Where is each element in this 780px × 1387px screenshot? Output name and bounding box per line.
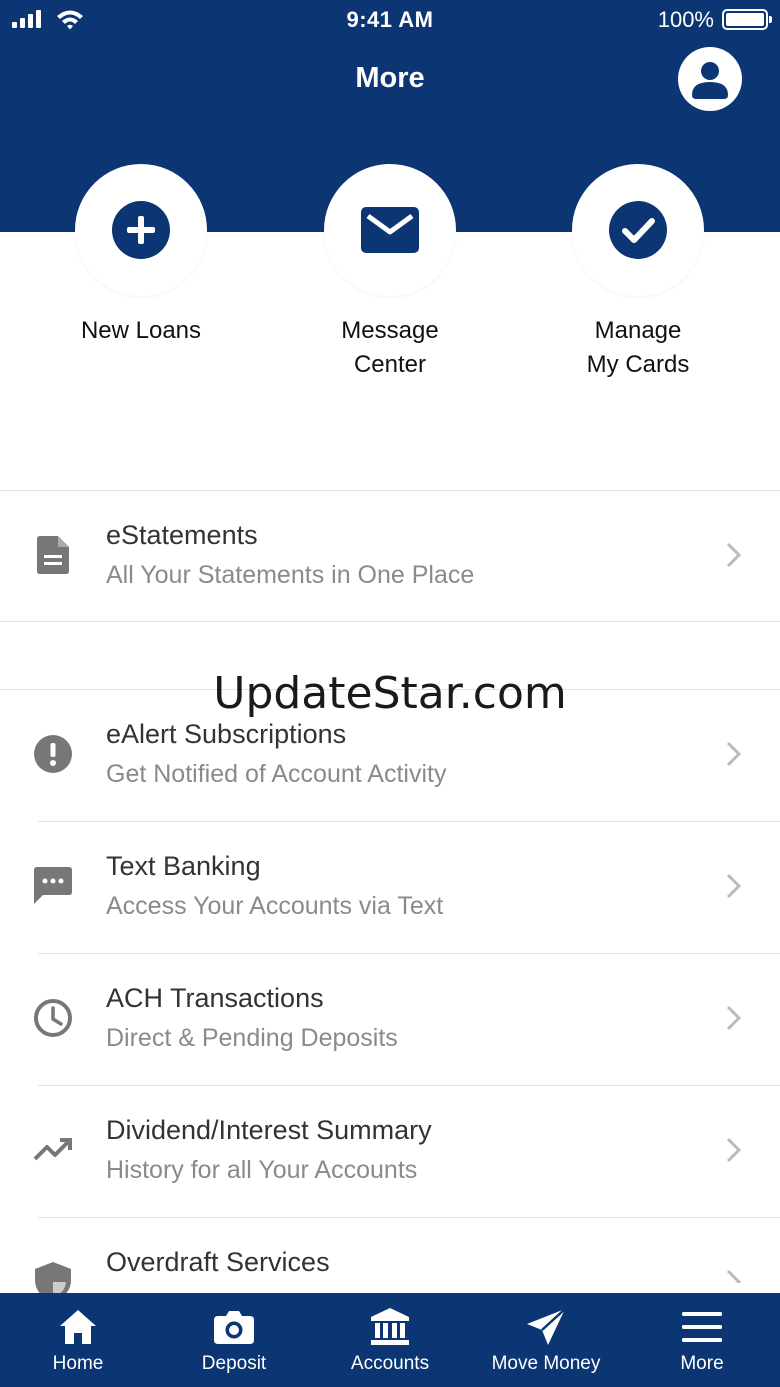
user-icon xyxy=(692,62,728,99)
menu-item-subtitle: Access Your Accounts via Text xyxy=(106,892,444,920)
menu-icon xyxy=(682,1312,722,1342)
quick-action-label: New Loans xyxy=(80,317,202,344)
menu-item-subtitle: History for all Your Accounts xyxy=(106,1156,418,1184)
menu-item-title: Overdraft Services xyxy=(106,1247,330,1277)
menu-item-subtitle: Direct & Pending Deposits xyxy=(106,1024,398,1052)
menu-item-title: eStatements xyxy=(106,520,258,550)
menu-item-estatements[interactable]: eStatements All Your Statements in One P… xyxy=(0,490,780,621)
battery-icon xyxy=(722,9,772,30)
menu-item-title: eAlert Subscriptions xyxy=(106,719,347,749)
menu-item-title: ACH Transactions xyxy=(106,983,324,1013)
camera-icon xyxy=(214,1311,254,1344)
nav-label: Accounts xyxy=(350,1353,430,1374)
menu-item-subtitle: Get Notified of Account Activity xyxy=(106,760,447,788)
home-icon xyxy=(60,1310,96,1344)
menu-item-dividend-interest-summary[interactable]: Dividend/Interest Summary History for al… xyxy=(0,1085,780,1216)
status-bar: 9:41 AM 100% xyxy=(0,0,780,40)
document-icon xyxy=(37,536,69,574)
nav-label: Move Money xyxy=(491,1353,601,1374)
page-title: More xyxy=(355,62,425,94)
nav-deposit[interactable]: Deposit xyxy=(156,1293,312,1387)
menu-item-title: Text Banking xyxy=(106,851,261,881)
nav-move-money[interactable]: Move Money xyxy=(468,1293,624,1387)
chevron-right-icon xyxy=(726,873,742,899)
new-loans-button[interactable]: New Loans xyxy=(66,164,216,348)
chevron-right-icon xyxy=(726,542,742,568)
alert-icon xyxy=(34,735,72,773)
menu-item-subtitle: All Your Statements in One Place xyxy=(106,561,475,589)
chat-icon xyxy=(34,867,72,904)
battery-percent: 100% xyxy=(657,7,714,32)
clock-icon xyxy=(34,999,72,1037)
profile-button[interactable] xyxy=(678,47,742,111)
send-icon xyxy=(527,1308,566,1345)
watermark: UpdateStar.com xyxy=(213,668,567,719)
quick-action-label: Manage My Cards xyxy=(586,317,690,378)
envelope-icon xyxy=(361,207,419,253)
divider xyxy=(0,621,780,622)
menu-item-ach-transactions[interactable]: ACH Transactions Direct & Pending Deposi… xyxy=(0,953,780,1084)
nav-label: Home xyxy=(52,1353,104,1374)
plus-circle-icon xyxy=(112,201,170,259)
nav-more[interactable]: More xyxy=(624,1293,780,1387)
nav-label: Deposit xyxy=(201,1353,267,1374)
message-center-button[interactable]: Message Center xyxy=(315,164,465,382)
menu-item-title: Dividend/Interest Summary xyxy=(106,1115,432,1145)
nav-home[interactable]: Home xyxy=(0,1293,156,1387)
nav-accounts[interactable]: Accounts xyxy=(312,1293,468,1387)
check-circle-icon xyxy=(609,201,667,259)
trending-up-icon xyxy=(33,1138,72,1161)
nav-label: More xyxy=(680,1353,724,1374)
chevron-right-icon xyxy=(726,1137,742,1163)
chevron-right-icon xyxy=(726,1005,742,1031)
menu-item-text-banking[interactable]: Text Banking Access Your Accounts via Te… xyxy=(0,821,780,952)
chevron-right-icon xyxy=(726,741,742,767)
bottom-nav: Home Deposit Accounts Move Money More xyxy=(0,1293,780,1387)
manage-cards-button[interactable]: Manage My Cards xyxy=(563,164,713,382)
bank-icon xyxy=(371,1308,409,1345)
quick-action-label: Message Center xyxy=(341,317,439,378)
